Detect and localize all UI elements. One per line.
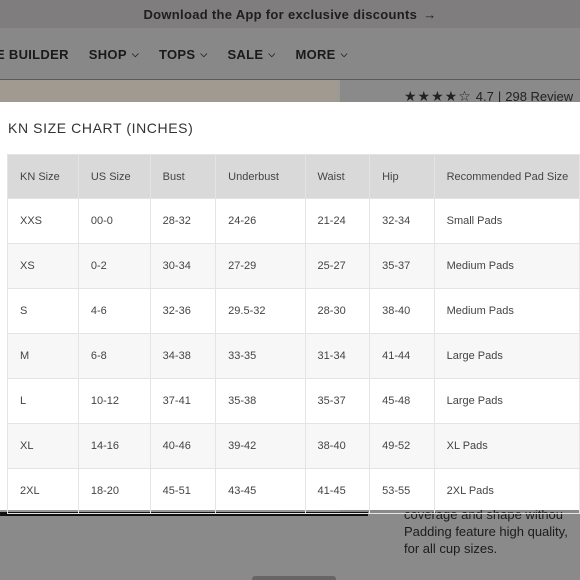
table-cell: 32-36 (149, 288, 217, 334)
nav-item-label: SALE (227, 46, 264, 62)
column-header: Hip (369, 154, 435, 199)
table-cell: 45-48 (369, 378, 435, 424)
table-cell: 31-34 (304, 333, 371, 379)
table-cell: 35-38 (215, 378, 306, 424)
table-cell: XL (7, 423, 79, 469)
table-cell: 35-37 (369, 243, 435, 289)
table-cell: 41-44 (369, 333, 435, 379)
column-header: Recommended Pad Size (433, 154, 580, 199)
table-cell: 41-45 (304, 468, 371, 514)
nav-item-builder[interactable]: E BUILDER (0, 47, 69, 62)
table-row: XL 14-16 40-46 39-42 38-40 49-52 XL Pads (7, 423, 580, 469)
nav-item-shop[interactable]: SHOP ⌵ (89, 47, 139, 62)
table-row: S 4-6 32-36 29.5-32 28-30 38-40 Medium P… (7, 288, 580, 334)
table-cell: 28-30 (304, 288, 371, 334)
table-cell: Large Pads (433, 333, 580, 379)
table-cell: 21-24 (304, 198, 371, 244)
table-cell: 37-41 (149, 378, 217, 424)
table-cell: 30-34 (149, 243, 217, 289)
table-cell: 29.5-32 (215, 288, 306, 334)
table-cell: 2XL Pads (433, 468, 580, 514)
table-cell: Medium Pads (433, 243, 580, 289)
chevron-down-icon: ⌵ (268, 48, 276, 59)
main-navigation: E BUILDER SHOP ⌵ TOPS ⌵ SALE ⌵ MORE ⌵ (0, 28, 580, 80)
scroll-indicator (252, 576, 336, 580)
table-cell: Small Pads (433, 198, 580, 244)
arrow-right-icon: → (423, 6, 437, 22)
table-cell: 24-26 (215, 198, 306, 244)
nav-item-label: TOPS (158, 46, 196, 62)
table-cell: S (7, 288, 79, 334)
table-cell: 00-0 (77, 198, 151, 244)
table-cell: 43-45 (215, 468, 306, 514)
table-row: 2XL 18-20 45-51 43-45 41-45 53-55 2XL Pa… (7, 468, 580, 514)
table-header-row: KN Size US Size Bust Underbust Waist Hip… (7, 154, 580, 199)
column-header: KN Size (7, 154, 79, 199)
table-cell: 33-35 (215, 333, 306, 379)
nav-item-label: MORE (295, 46, 336, 62)
product-image-top (0, 80, 338, 102)
table-cell: M (7, 333, 79, 379)
table-row: XXS 00-0 28-32 24-26 21-24 32-34 Small P… (7, 198, 580, 244)
table-cell: XL Pads (433, 423, 580, 469)
size-chart-modal: KN SIZE CHART (INCHES) KN Size US Size B… (0, 102, 580, 514)
nav-item-tops[interactable]: TOPS ⌵ (159, 47, 208, 62)
table-cell: 25-27 (304, 243, 371, 289)
table-cell: Large Pads (433, 378, 580, 424)
table-cell: 35-37 (304, 378, 371, 424)
table-cell: 18-20 (77, 468, 151, 514)
table-cell: 14-16 (77, 423, 151, 469)
size-chart-table: KN Size US Size Bust Underbust Waist Hip… (7, 154, 580, 514)
column-header: Underbust (215, 154, 306, 199)
column-header: US Size (77, 154, 151, 199)
table-cell: 32-34 (369, 198, 435, 244)
table-cell: 4-6 (77, 288, 151, 334)
nav-item-label: SHOP (88, 46, 127, 62)
promo-text: Download the App for exclusive discounts (143, 6, 418, 22)
table-cell: 53-55 (369, 468, 435, 514)
column-header: Bust (149, 154, 217, 199)
table-cell: L (7, 378, 79, 424)
table-cell: 28-32 (149, 198, 217, 244)
table-cell: 0-2 (77, 243, 151, 289)
description-line: for all cup sizes. (404, 541, 498, 556)
chevron-down-icon: ⌵ (340, 48, 348, 59)
size-chart-title: KN SIZE CHART (INCHES) (8, 120, 194, 136)
promo-banner[interactable]: Download the App for exclusive discounts… (0, 0, 580, 28)
table-row: XS 0-2 30-34 27-29 25-27 35-37 Medium Pa… (7, 243, 580, 289)
nav-item-label: E BUILDER (0, 46, 69, 62)
table-cell: 10-12 (77, 378, 151, 424)
table-cell: XS (7, 243, 79, 289)
description-line: Padding feature high quality, (404, 524, 568, 539)
table-cell: XXS (7, 198, 79, 244)
table-cell: 45-51 (149, 468, 217, 514)
table-row: M 6-8 34-38 33-35 31-34 41-44 Large Pads (7, 333, 580, 379)
table-cell: 6-8 (77, 333, 151, 379)
table-cell: 39-42 (215, 423, 306, 469)
nav-item-more[interactable]: MORE ⌵ (295, 47, 347, 62)
nav-item-sale[interactable]: SALE ⌵ (227, 47, 275, 62)
table-cell: 34-38 (149, 333, 217, 379)
table-cell: 38-40 (304, 423, 371, 469)
table-cell: Medium Pads (433, 288, 580, 334)
table-cell: 49-52 (369, 423, 435, 469)
table-cell: 27-29 (215, 243, 306, 289)
table-cell: 40-46 (149, 423, 217, 469)
table-cell: 38-40 (369, 288, 435, 334)
table-cell: 2XL (7, 468, 79, 514)
chevron-down-icon: ⌵ (131, 48, 139, 59)
table-row: L 10-12 37-41 35-38 35-37 45-48 Large Pa… (7, 378, 580, 424)
column-header: Waist (304, 154, 371, 199)
chevron-down-icon: ⌵ (200, 48, 208, 59)
